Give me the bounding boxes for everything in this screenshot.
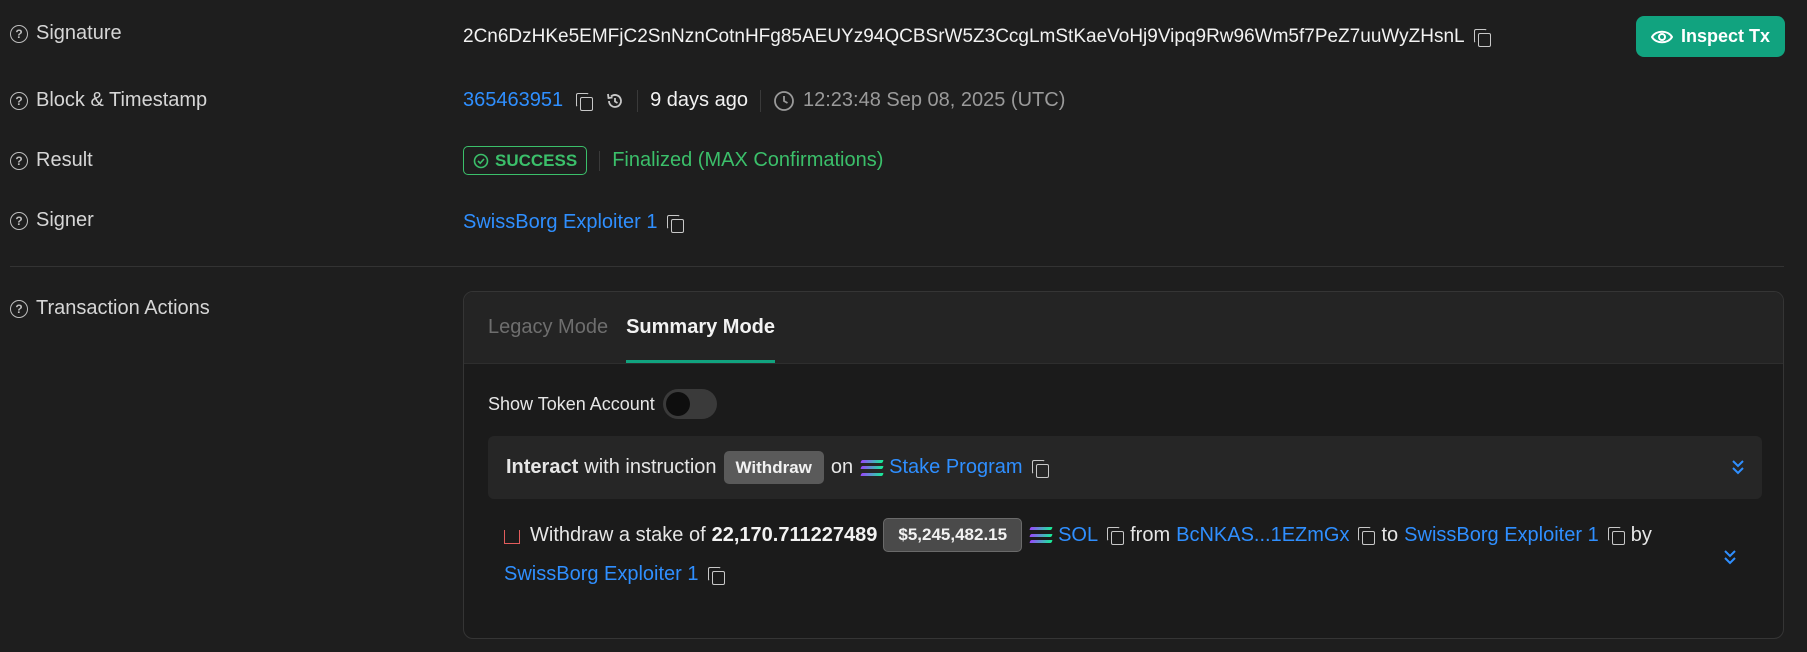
signature-label: Signature — [36, 22, 122, 44]
signer-link[interactable]: SwissBorg Exploiter 1 — [463, 211, 658, 234]
signature-value: 2Cn6DzHKe5EMFjC2SnNznCotnHFg85AEUYz94QCB… — [463, 26, 1465, 47]
separator — [637, 89, 639, 112]
signer-value-row: SwissBorg Exploiter 1 — [463, 211, 684, 234]
block-value-row: 365463951 9 days ago 12:23:48 Sep 08, 20… — [463, 89, 1065, 112]
copy-icon[interactable] — [1357, 526, 1376, 545]
help-icon[interactable]: ? — [10, 151, 28, 170]
show-token-account-toggle[interactable] — [662, 389, 717, 419]
separator — [759, 89, 761, 112]
from-word: from — [1130, 523, 1171, 546]
copy-icon[interactable] — [1473, 28, 1491, 47]
solana-icon — [1029, 527, 1053, 543]
chevron-double-down-icon[interactable] — [1730, 458, 1746, 476]
finality-status: Finalized (MAX Confirmations) — [612, 149, 884, 171]
inspect-tx-label: Inspect Tx — [1680, 26, 1771, 46]
withdraw-amount: 22,170.711227489 — [711, 523, 878, 546]
separator — [599, 150, 601, 171]
help-icon[interactable]: ? — [10, 211, 28, 230]
instruction-lead: Interact — [506, 456, 579, 478]
status-text: SUCCESS — [495, 150, 578, 170]
withdraw-prefix: Withdraw a stake of — [530, 523, 706, 546]
show-token-account-label: Show Token Account — [488, 393, 655, 414]
signer-label-row: ? Signer — [10, 209, 94, 232]
chevron-double-down-icon[interactable] — [1722, 548, 1738, 566]
help-icon[interactable]: ? — [10, 299, 28, 318]
instruction-name-badge: Withdraw — [723, 451, 824, 484]
actions-label: Transaction Actions — [36, 297, 210, 319]
usd-value-badge: $5,245,482.15 — [883, 518, 1023, 552]
help-icon[interactable]: ? — [10, 24, 28, 43]
withdraw-action-line-2: SwissBorg Exploiter 1 — [504, 563, 725, 586]
tab-summary-mode[interactable]: Summary Mode — [626, 316, 776, 363]
from-account-link[interactable]: BcNKAS...1EZmGx — [1176, 524, 1349, 547]
inspect-tx-button[interactable]: Inspect Tx — [1636, 16, 1785, 57]
by-word: by — [1630, 523, 1652, 546]
block-label-row: ? Block & Timestamp — [10, 89, 207, 112]
instruction-on: on — [830, 456, 854, 478]
copy-icon[interactable] — [1031, 459, 1049, 478]
block-age: 9 days ago — [650, 89, 748, 111]
by-account-link[interactable]: SwissBorg Exploiter 1 — [504, 563, 699, 586]
to-account-link[interactable]: SwissBorg Exploiter 1 — [1404, 524, 1599, 547]
stake-program-link[interactable]: Stake Program — [889, 456, 1022, 479]
instruction-middle: with instruction — [584, 456, 717, 478]
check-circle-icon — [473, 153, 489, 168]
toggle-knob — [665, 392, 690, 416]
eye-icon — [1650, 30, 1673, 43]
block-number-link[interactable]: 365463951 — [463, 89, 563, 112]
actions-label-row: ? Transaction Actions — [10, 297, 210, 320]
copy-icon[interactable] — [1106, 526, 1125, 545]
result-label: Result — [36, 149, 93, 171]
copy-icon[interactable] — [575, 92, 594, 111]
mode-tabs: Legacy Mode Summary Mode — [464, 292, 1783, 364]
transaction-actions-panel: Legacy Mode Summary Mode Show Token Acco… — [463, 291, 1784, 639]
tab-legacy-mode[interactable]: Legacy Mode — [488, 316, 608, 363]
block-label: Block & Timestamp — [36, 89, 208, 111]
copy-icon[interactable] — [707, 566, 725, 585]
section-divider — [10, 266, 1784, 267]
result-label-row: ? Result — [10, 149, 93, 172]
help-icon[interactable]: ? — [10, 91, 28, 110]
to-word: to — [1381, 523, 1399, 546]
history-icon[interactable] — [605, 91, 625, 111]
status-badge: SUCCESS — [463, 146, 588, 175]
withdraw-action-line: Withdraw a stake of 22,170.711227489 $5,… — [504, 518, 1652, 552]
copy-icon[interactable] — [666, 214, 684, 233]
block-timestamp: 12:23:48 Sep 08, 2025 (UTC) — [802, 89, 1066, 111]
withdraw-icon — [504, 530, 520, 544]
instruction-card[interactable]: Interact with instruction Withdraw on St… — [488, 436, 1762, 499]
signature-label-row: ? Signature — [10, 22, 122, 45]
signer-label: Signer — [36, 209, 94, 231]
solana-icon — [860, 459, 884, 476]
copy-icon[interactable] — [1607, 526, 1625, 545]
signature-value-row: 2Cn6DzHKe5EMFjC2SnNznCotnHFg85AEUYz94QCB… — [463, 26, 1491, 48]
result-value-row: SUCCESS Finalized (MAX Confirmations) — [463, 146, 883, 175]
sol-token-link[interactable]: SOL — [1058, 524, 1098, 547]
clock-icon — [774, 90, 794, 111]
show-token-account-row: Show Token Account — [488, 389, 717, 419]
